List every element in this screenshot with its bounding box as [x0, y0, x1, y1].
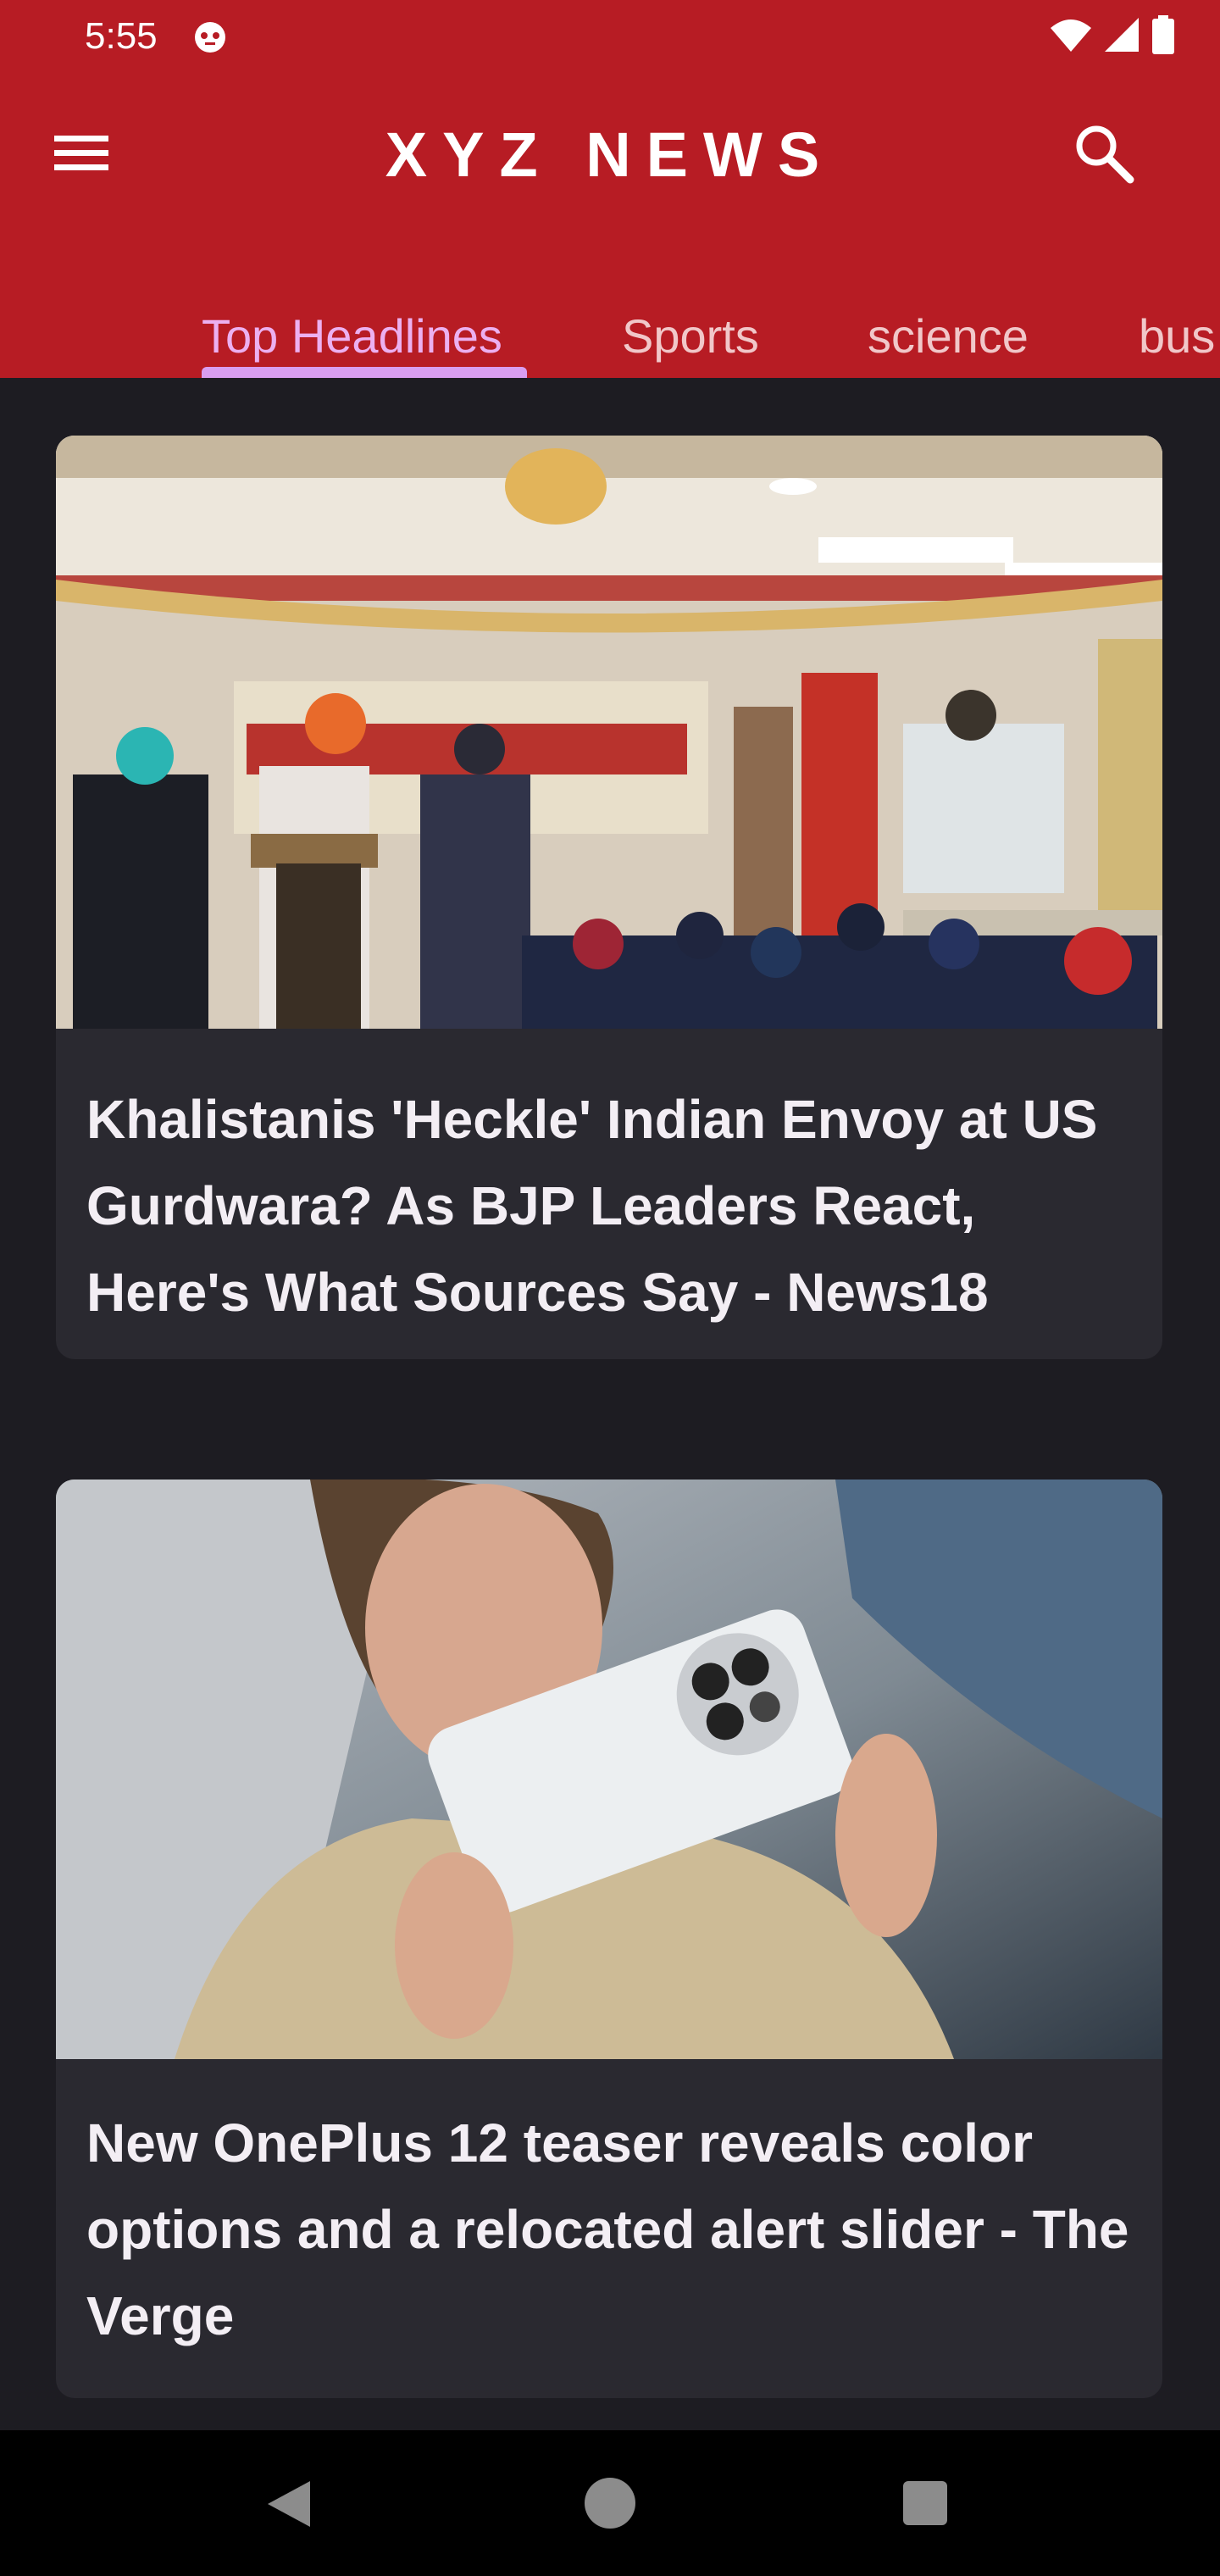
tab-indicator — [202, 367, 527, 378]
category-tabs: Top Headlines Sports science bus — [0, 305, 1220, 378]
tab-sports[interactable]: Sports — [622, 308, 759, 364]
tab-business[interactable]: bus — [1139, 308, 1215, 364]
article-title[interactable]: Khalistanis 'Heckle' Indian Envoy at US … — [86, 1076, 1137, 1335]
recents-icon[interactable] — [903, 2481, 947, 2525]
notification-app-icon — [195, 22, 225, 53]
article-title[interactable]: New OnePlus 12 teaser reveals color opti… — [86, 2100, 1137, 2359]
search-icon[interactable] — [1071, 120, 1139, 188]
back-icon[interactable] — [263, 2478, 315, 2530]
app-title: XYZ NEWS — [385, 119, 835, 190]
tab-science[interactable]: science — [868, 308, 1029, 364]
wifi-icon — [1051, 19, 1091, 52]
article-card[interactable]: New OnePlus 12 teaser reveals color opti… — [56, 1480, 1162, 2398]
app-bar: 5:55 XYZ NEWS Top Headlines Sports scien… — [0, 0, 1220, 378]
home-icon[interactable] — [585, 2478, 635, 2529]
status-time: 5:55 — [85, 15, 158, 57]
status-icons — [1049, 15, 1176, 54]
article-card[interactable]: Khalistanis 'Heckle' Indian Envoy at US … — [56, 436, 1162, 1359]
battery-icon — [1152, 15, 1174, 54]
article-image[interactable] — [56, 436, 1162, 1029]
article-image[interactable] — [56, 1480, 1162, 2059]
system-navigation-bar — [0, 2430, 1220, 2576]
cell-signal-icon — [1105, 18, 1139, 52]
tab-top-headlines[interactable]: Top Headlines — [202, 308, 502, 364]
